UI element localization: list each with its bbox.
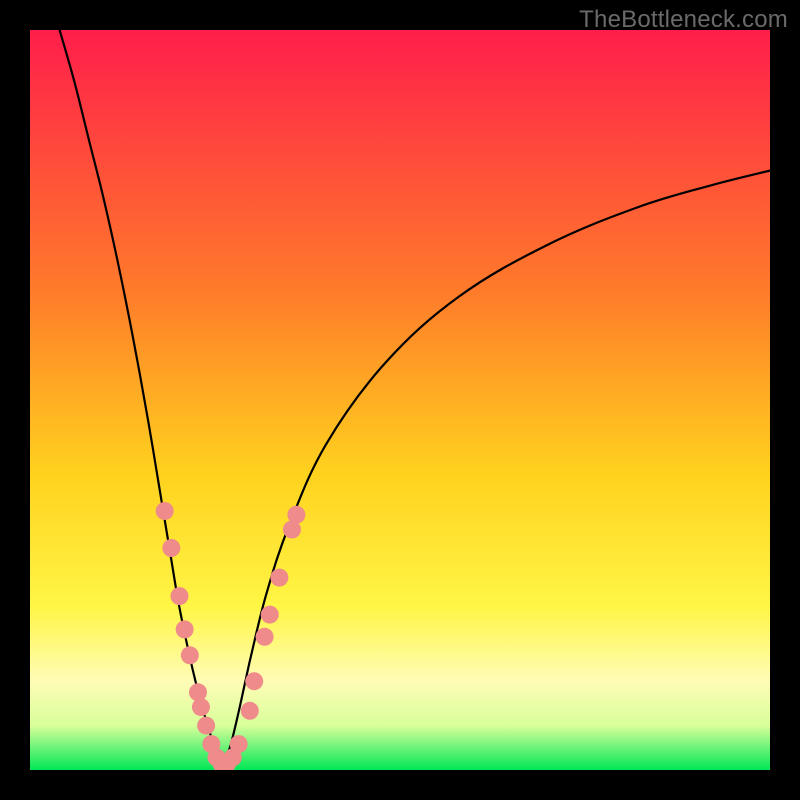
marker-dot	[162, 539, 180, 557]
marker-dot	[189, 683, 207, 701]
marker-dot	[192, 698, 210, 716]
marker-dot	[245, 672, 263, 690]
chart-canvas	[30, 30, 770, 770]
marker-dot	[170, 587, 188, 605]
marker-dot	[181, 646, 199, 664]
marker-dot	[241, 702, 259, 720]
marker-dot	[270, 569, 288, 587]
marker-dot	[256, 628, 274, 646]
marker-dot	[197, 717, 215, 735]
outer-frame: TheBottleneck.com	[0, 0, 800, 800]
marker-dot	[230, 735, 248, 753]
plot-area	[30, 30, 770, 770]
marker-dot	[156, 502, 174, 520]
gradient-background	[30, 30, 770, 770]
marker-dot	[287, 506, 305, 524]
marker-dot	[261, 606, 279, 624]
marker-dot	[176, 620, 194, 638]
